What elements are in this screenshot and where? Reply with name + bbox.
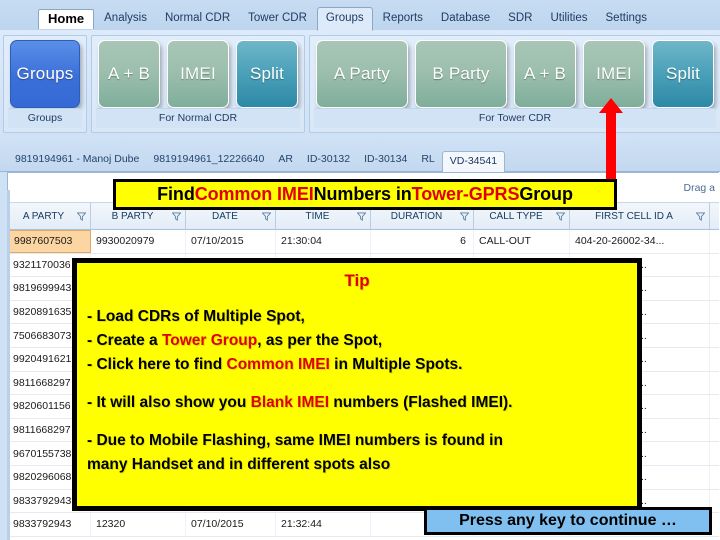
column-header-label: FIRST CELL ID A: [595, 210, 673, 222]
ribbon-button-for-tower-cdr-a-party[interactable]: A Party: [316, 40, 408, 108]
ribbon-group-label: Groups: [8, 108, 82, 128]
press-any-key-prompt[interactable]: Press any key to continue …: [424, 507, 712, 535]
table-row[interactable]: 9987607503 9930020979 07/10/2015 21:30:04 6 C…: [8, 230, 719, 254]
banner-text-part1: Find: [157, 184, 195, 204]
tip-spacer: [87, 415, 627, 429]
breadcrumb-item-9819194961-manoj-dube[interactable]: 9819194961 - Manoj Dube: [8, 150, 146, 171]
cell-duration: 6: [371, 230, 474, 253]
tip-text-segment: - Click here to find: [87, 356, 227, 373]
ribbon-group-for-tower-cdr: A Party B Party A + B IMEI Split For Tower CD…: [309, 35, 720, 133]
filter-funnel-icon[interactable]: [76, 211, 87, 221]
ribbon-tab-settings[interactable]: Settings: [598, 8, 656, 30]
tip-text-segment: , as per the Spot,: [257, 332, 383, 349]
filter-funnel-icon[interactable]: [695, 211, 706, 221]
grid-left-gutter: [0, 172, 7, 540]
ribbon-tab-sdr[interactable]: SDR: [500, 8, 540, 30]
ribbon-tab-normal-cdr[interactable]: Normal CDR: [157, 8, 238, 30]
cell-call-type: CALL-OUT: [474, 230, 570, 253]
cell-a-party: 9987607503: [8, 230, 91, 253]
cell-date: 07/10/2015: [186, 230, 276, 253]
filter-funnel-icon[interactable]: [261, 211, 272, 221]
application-window: Home Analysis Normal CDR Tower CDR Groups Rep…: [0, 0, 720, 540]
banner-highlight-tower-gprs: Tower-GPRS: [411, 184, 520, 204]
press-any-key-label: Press any key to continue …: [459, 512, 677, 529]
breadcrumb-item-rl[interactable]: RL: [414, 150, 441, 171]
tip-heading: Tip: [344, 271, 370, 290]
column-header-label: DATE: [212, 210, 238, 222]
cell-first-cell-id-a: 404-20-26002-34...: [570, 230, 710, 253]
cell-b-party: 12320: [91, 513, 186, 536]
ribbon-button-for-tower-cdr-split[interactable]: Split: [652, 40, 714, 108]
tip-line: - Click here to find Common IMEI in Mult…: [87, 353, 627, 377]
filter-funnel-icon[interactable]: [459, 211, 470, 221]
tip-text-segment: Common IMEI: [226, 356, 330, 373]
column-header-label: B PARTY: [111, 210, 154, 222]
tip-text-segment: - Create a: [87, 332, 162, 349]
tip-text-segment: - Load CDRs of Multiple Spot,: [87, 308, 305, 325]
ribbon-group-buttons: A Party B Party A + B IMEI Split: [310, 36, 720, 108]
filter-funnel-icon[interactable]: [555, 211, 566, 221]
column-header-label: CALL TYPE: [489, 210, 543, 222]
breadcrumb-item-id-30134[interactable]: ID-30134: [357, 150, 414, 171]
drag-hint-label: Drag a: [683, 181, 715, 194]
tip-line: - Due to Mobile Flashing, same IMEI numb…: [87, 429, 627, 453]
tip-text-segment: in Multiple Spots.: [329, 356, 463, 373]
tip-line: - Create a Tower Group, as per the Spot,: [87, 329, 627, 353]
tip-line: - Load CDRs of Multiple Spot,: [87, 305, 627, 329]
filter-funnel-icon[interactable]: [356, 211, 367, 221]
breadcrumb-item-ar[interactable]: AR: [271, 150, 300, 171]
ribbon-button-groups-groups[interactable]: Groups: [10, 40, 80, 108]
filter-funnel-icon[interactable]: [171, 211, 182, 221]
tip-text-segment: numbers (Flashed IMEI).: [329, 394, 513, 411]
cell-a-party: 9833792943: [8, 513, 91, 536]
column-header-a-party[interactable]: A PARTY: [8, 203, 91, 229]
ribbon-tab-groups[interactable]: Groups: [316, 7, 373, 31]
ribbon-group-label: For Normal CDR: [96, 108, 300, 128]
banner-text-part2: Numbers in: [313, 184, 412, 204]
tip-spacer: [87, 377, 627, 391]
cell-b-party: 9930020979: [91, 230, 186, 253]
tip-text-segment: Tower Group: [161, 332, 258, 349]
tip-text-segment: - Due to Mobile Flashing, same IMEI numb…: [87, 432, 503, 449]
ribbon-tab-analysis[interactable]: Analysis: [96, 8, 155, 30]
ribbon-group-for-normal-cdr: A + B IMEI Split For Normal CDR: [91, 35, 305, 133]
ribbon-group-buttons: A + B IMEI Split: [92, 36, 304, 108]
column-header-label: A PARTY: [22, 210, 65, 222]
tip-line: many Handset and in different spots also: [87, 453, 627, 477]
ribbon-group-buttons: Groups: [4, 36, 86, 108]
tip-line: - It will also show you Blank IMEI numbe…: [87, 391, 627, 415]
ribbon-group-label: For Tower CDR: [314, 108, 716, 128]
breadcrumb-item-vd-34541[interactable]: VD-34541: [441, 151, 506, 172]
ribbon-tab-tower-cdr[interactable]: Tower CDR: [240, 8, 315, 30]
grid-row-indicator-strip: [7, 190, 10, 540]
ribbon-tab-home[interactable]: Home: [38, 9, 95, 29]
red-attention-arrow-icon: [596, 98, 626, 180]
ribbon-button-for-normal-cdr-imei[interactable]: IMEI: [167, 40, 229, 108]
tip-text-segment: - It will also show you: [87, 394, 251, 411]
column-header-label: DURATION: [390, 210, 443, 222]
cell-time: 21:30:04: [276, 230, 371, 253]
breadcrumb-item-9819194961-12226640[interactable]: 9819194961_12226640: [146, 150, 271, 171]
cell-time: 21:32:44: [276, 513, 371, 536]
instruction-banner: Find Common IMEI Numbers in Tower-GPRS G…: [113, 179, 617, 210]
tip-text-segment: many Handset and in different spots also: [87, 456, 391, 473]
ribbon-tab-utilities[interactable]: Utilities: [542, 8, 595, 30]
ribbon-tab-reports[interactable]: Reports: [375, 8, 431, 30]
ribbon-group-groups: Groups Groups: [3, 35, 87, 133]
banner-text-part3: Group: [519, 184, 573, 204]
ribbon-button-for-tower-cdr-b-party[interactable]: B Party: [415, 40, 507, 108]
breadcrumb-item-id-30132[interactable]: ID-30132: [300, 150, 357, 171]
ribbon-button-for-normal-cdr-a-b[interactable]: A + B: [98, 40, 160, 108]
banner-highlight-common-imei: Common IMEI: [194, 184, 314, 204]
cell-date: 07/10/2015: [186, 513, 276, 536]
column-header-label: TIME: [305, 210, 330, 222]
ribbon-tab-bar: Home Analysis Normal CDR Tower CDR Groups Rep…: [0, 0, 720, 31]
tip-body: - Load CDRs of Multiple Spot, - Create a …: [87, 305, 627, 477]
tip-callout: Tip - Load CDRs of Multiple Spot, - Creat…: [72, 258, 642, 511]
ribbon-button-for-normal-cdr-split[interactable]: Split: [236, 40, 298, 108]
ribbon-tab-database[interactable]: Database: [433, 8, 498, 30]
ribbon-button-for-tower-cdr-a-b[interactable]: A + B: [514, 40, 576, 108]
tip-text-segment: Blank IMEI: [250, 394, 330, 411]
